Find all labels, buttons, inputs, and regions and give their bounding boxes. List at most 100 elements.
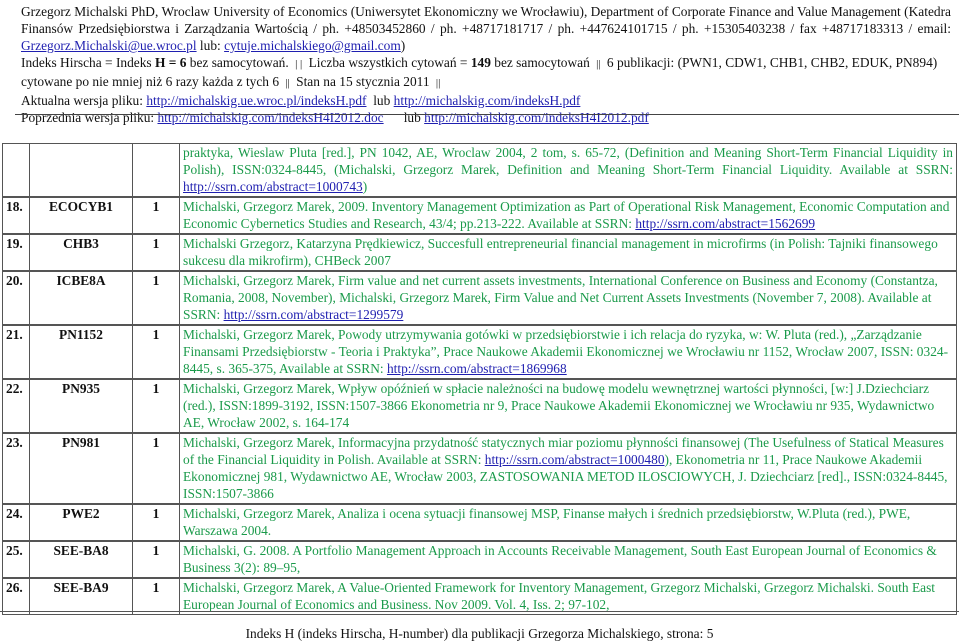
row-description: praktyka, Wieslaw Pluta [red.], PN 1042,… — [179, 143, 957, 198]
row-description: Michalski, Grzegorz Marek, 2009. Invento… — [179, 196, 957, 235]
row-count: 1 — [132, 577, 180, 615]
row-description: Michalski, Grzegorz Marek, Informacyjna … — [179, 432, 957, 505]
table-row: 18. ECOCYB1 1 Michalski, Grzegorz Marek, 20… — [2, 196, 957, 235]
row-description: Michalski, Grzegorz Marek, Wpływ opóźnie… — [179, 378, 957, 434]
current-version-label: Aktualna wersja pliku: — [21, 93, 147, 108]
description-text-after: ) — [362, 179, 368, 194]
row-count: 1 — [132, 503, 180, 542]
separator: || — [285, 77, 290, 89]
or-label: lub — [366, 93, 394, 108]
page-footer: Indeks H (indeks Hirscha, H-number) dla … — [245, 626, 714, 641]
row-number: 22. — [2, 378, 30, 434]
separator: | | — [295, 58, 303, 70]
row-count — [132, 143, 180, 198]
status-line: cytowane po nie mniej niż 6 razy każda z… — [21, 73, 951, 92]
row-code: ECOCYB1 — [29, 196, 133, 235]
row-count: 1 — [132, 540, 180, 579]
row-count: 1 — [132, 270, 180, 326]
row-description: Michalski, Grzegorz Marek, Powody utrzym… — [179, 324, 957, 380]
separator: || — [596, 58, 601, 70]
description-text: Michalski, Grzegorz Marek, 2009. Invento… — [183, 199, 950, 231]
table-row-continuation: praktyka, Wieslaw Pluta [red.], PN 1042,… — [2, 143, 957, 198]
author-affiliation-line: Grzegorz Michalski PhD, Wroclaw Universi… — [21, 4, 951, 19]
separator: || — [435, 77, 441, 89]
row-number: 18. — [2, 196, 30, 235]
row-number: 21. — [2, 324, 30, 380]
row-count: 1 — [132, 196, 180, 235]
ssrn-link[interactable]: http://ssrn.com/abstract=1000480 — [485, 452, 665, 467]
row-description: Michalski, Grzegorz Marek, A Value-Orien… — [179, 577, 957, 615]
row-code: ICBE8A — [29, 270, 133, 326]
current-version-link-alt[interactable]: http://michalskig.com/indeksH.pdf — [394, 93, 581, 108]
row-number: 24. — [2, 503, 30, 542]
header-divider — [15, 114, 959, 115]
table-row: 22. PN935 1 Michalski, Grzegorz Marek, Wpły… — [2, 378, 957, 434]
footer-divider — [0, 611, 959, 612]
email-primary-link[interactable]: Grzegorz.Michalski@ue.wroc.pl — [21, 38, 197, 53]
table-row: 21. PN1152 1 Michalski, Grzegorz Marek, Pow… — [2, 324, 957, 380]
publications-table: praktyka, Wieslaw Pluta [red.], PN 1042,… — [2, 143, 957, 615]
email-line: Grzegorz.Michalski@ue.wroc.pl lub: cytuj… — [21, 37, 951, 54]
row-code: PN1152 — [29, 324, 133, 380]
description-text: Michalski, Grzegorz Marek, Wpływ opóźnie… — [183, 381, 935, 430]
hindex-suffix: bez samocytowań. — [186, 55, 289, 70]
row-number: 26. — [2, 577, 30, 615]
table-row: 19. CHB3 1 Michalski Grzegorz, Katarzyna Pr… — [2, 233, 957, 272]
row-count: 1 — [132, 432, 180, 505]
row-code: PN981 — [29, 432, 133, 505]
document-header: Grzegorz Michalski PhD, Wroclaw Universi… — [21, 3, 951, 126]
table-row: 20. ICBE8A 1 Michalski, Grzegorz Marek, Fir… — [2, 270, 957, 326]
row-description: Michalski, Grzegorz Marek, Analiza i oce… — [179, 503, 957, 542]
row-number: 19. — [2, 233, 30, 272]
row-description: Michalski, Grzegorz Marek, Firm value an… — [179, 270, 957, 326]
current-version-line: Aktualna wersja pliku: http://michalskig… — [21, 92, 951, 109]
table-row: 25. SEE-BA8 1 Michalski, G. 2008. A Portfol… — [2, 540, 957, 579]
status-date: Stan na 15 stycznia 2011 — [292, 74, 433, 89]
ssrn-link[interactable]: http://ssrn.com/abstract=1000743 — [183, 179, 363, 194]
row-description: Michalski Grzegorz, Katarzyna Prędkiewic… — [179, 233, 957, 272]
citations-suffix: bez samocytowań — [490, 55, 594, 70]
table-row: 26. SEE-BA9 1 Michalski, Grzegorz Marek, A … — [2, 577, 957, 615]
citations-prefix: Liczba wszystkich cytowań = — [305, 55, 471, 70]
row-number — [2, 143, 30, 198]
hindex-prefix: Indeks Hirscha = Indeks — [21, 55, 155, 70]
contact-phones-line: Finansów Przedsiębiorstwa i Zarządzania … — [21, 21, 951, 36]
previous-version-line: Poprzednia wersja pliku: http://michalsk… — [21, 109, 951, 126]
description-text: Michalski, Grzegorz Marek, A Value-Orien… — [183, 580, 936, 612]
current-version-link-pdf[interactable]: http://michalskig.ue.wroc.pl/indeksH.pdf — [146, 93, 366, 108]
row-number: 20. — [2, 270, 30, 326]
row-code: CHB3 — [29, 233, 133, 272]
row-count: 1 — [132, 324, 180, 380]
ssrn-link[interactable]: http://ssrn.com/abstract=1299579 — [224, 307, 404, 322]
row-count: 1 — [132, 233, 180, 272]
row-code: PN935 — [29, 378, 133, 434]
citation-criteria: cytowane po nie mniej niż 6 razy każda z… — [21, 74, 283, 89]
previous-version-label: Poprzednia wersja pliku: — [21, 110, 158, 125]
row-number: 25. — [2, 540, 30, 579]
table-row: 24. PWE2 1 Michalski, Grzegorz Marek, Anali… — [2, 503, 957, 542]
email-secondary-link[interactable]: cytuje.michalskiego@gmail.com — [224, 38, 401, 53]
ssrn-link[interactable]: http://ssrn.com/abstract=1869968 — [387, 361, 567, 376]
publications-list: 6 publikacji: (PWN1, CDW1, CHB1, CHB2, E… — [603, 55, 938, 70]
row-code — [29, 143, 133, 198]
row-number: 23. — [2, 432, 30, 505]
ssrn-link[interactable]: http://ssrn.com/abstract=1562699 — [635, 216, 815, 231]
description-text: Michalski, G. 2008. A Portfolio Manageme… — [183, 543, 937, 575]
row-code: SEE-BA9 — [29, 577, 133, 615]
description-text: Michalski Grzegorz, Katarzyna Prędkiewic… — [183, 236, 938, 268]
citations-value: 149 — [470, 55, 491, 70]
row-code: SEE-BA8 — [29, 540, 133, 579]
row-code: PWE2 — [29, 503, 133, 542]
email-close: ) — [400, 38, 406, 53]
description-text: Michalski, Grzegorz Marek, Analiza i oce… — [183, 506, 911, 538]
row-count: 1 — [132, 378, 180, 434]
description-text: praktyka, Wieslaw Pluta [red.], PN 1042,… — [183, 145, 953, 177]
previous-version-link-pdf[interactable]: http://michalskig.com/indeksH4I2012.pdf — [424, 110, 649, 125]
table-row: 23. PN981 1 Michalski, Grzegorz Marek, Info… — [2, 432, 957, 505]
hindex-line: Indeks Hirscha = Indeks H = 6 bez samocy… — [21, 54, 951, 73]
or-label: lub — [383, 110, 425, 125]
email-separator: lub: — [196, 38, 225, 53]
row-description: Michalski, G. 2008. A Portfolio Manageme… — [179, 540, 957, 579]
previous-version-link-doc[interactable]: http://michalskig.com/indeksH4I2012.doc — [157, 110, 383, 125]
hindex-value: H = 6 — [155, 55, 187, 70]
